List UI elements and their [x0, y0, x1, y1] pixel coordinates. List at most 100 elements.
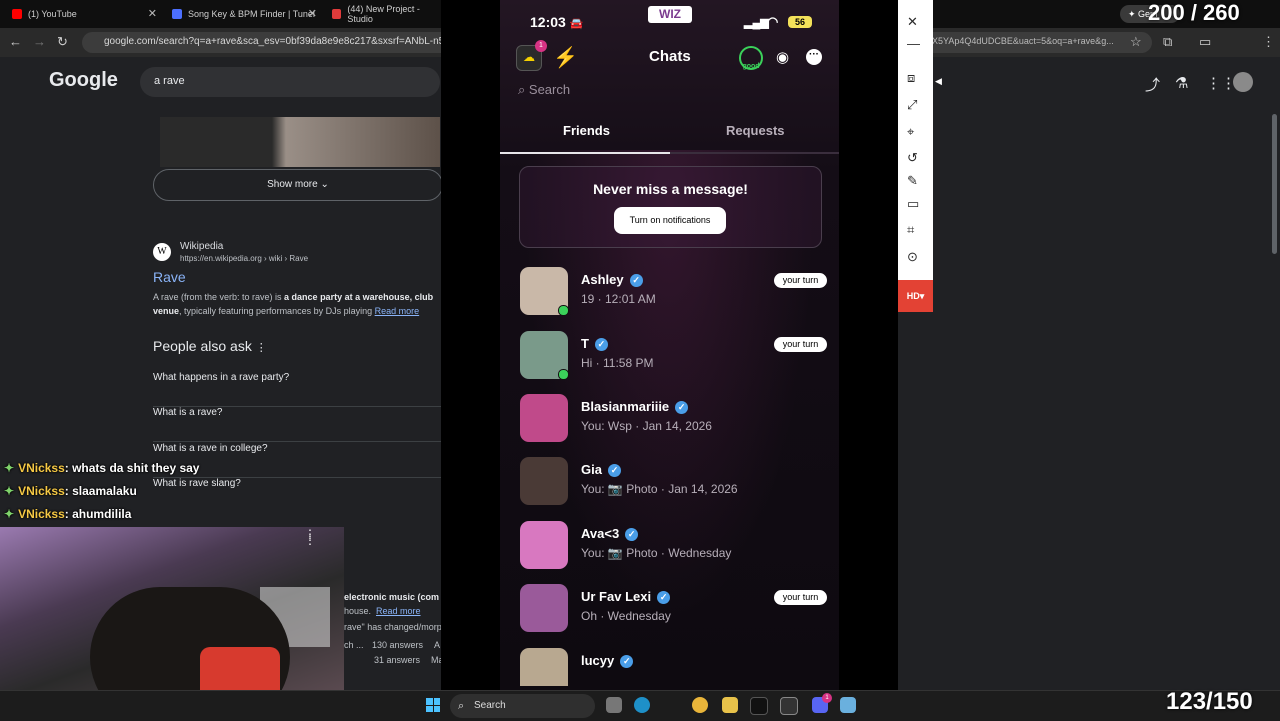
minimize-icon[interactable]: —: [907, 36, 920, 51]
task-view-icon[interactable]: [606, 697, 622, 713]
result-title-link[interactable]: Rave: [153, 269, 186, 285]
close-icon[interactable]: ✕: [907, 14, 918, 30]
bookmark-star-icon[interactable]: ☆: [1130, 34, 1142, 50]
hd-quality-button[interactable]: HD▾: [898, 280, 933, 312]
notification-badge: 1: [535, 40, 547, 52]
extensions-icon[interactable]: ⧉: [1163, 34, 1172, 50]
rotate-icon[interactable]: ↺: [907, 150, 918, 166]
crop-icon[interactable]: ⌗: [907, 222, 914, 238]
record-icon[interactable]: ⊙: [907, 249, 918, 265]
menu-dots-icon[interactable]: ⋮: [1262, 34, 1275, 50]
sparkle-icon: ✦: [4, 461, 15, 475]
wizz-logo: WIZ: [648, 6, 692, 23]
page-title: Chats: [649, 48, 691, 65]
reload-icon[interactable]: ↻: [57, 34, 68, 50]
avatar[interactable]: [520, 457, 568, 505]
chrome-icon[interactable]: [692, 697, 708, 713]
window-icon[interactable]: ▭: [907, 196, 919, 212]
verified-icon: ✓: [657, 591, 671, 604]
friend-name: Gia ✓: [581, 462, 621, 477]
mirror-toolbar: ✕ — ⧈ ⤢ ⌖ ↺ ✎ ▭ ⌗ ⊙: [898, 0, 933, 312]
result-source: Wikipedia: [180, 241, 224, 252]
forward-icon[interactable]: →: [33, 34, 46, 49]
avatar[interactable]: [520, 648, 568, 686]
counter-bottom: 123/150: [1166, 688, 1253, 715]
file-explorer-icon[interactable]: [722, 697, 738, 713]
sidepanel-icon[interactable]: ▭: [1199, 34, 1211, 50]
tab-key-bpm-finder[interactable]: Song Key & BPM Finder | Tunel ✕: [172, 4, 317, 24]
result-snippet: A rave (from the verb: to rave) is a dan…: [153, 292, 434, 316]
friend-row[interactable]: T ✓ Hi · 11:58 PM your turn: [519, 331, 829, 387]
status-time: 12:03 🚘: [530, 14, 584, 30]
counter-top: 200 / 260: [1148, 0, 1240, 25]
image-results-strip[interactable]: [160, 117, 440, 167]
more-options-icon[interactable]: ···: [806, 49, 822, 65]
close-icon[interactable]: ✕: [148, 7, 157, 20]
snippet-fragment: rave" has changed/morp: [344, 622, 442, 632]
tab-friends[interactable]: Friends: [563, 123, 610, 138]
tab-youtube[interactable]: (1) YouTube ✕: [12, 4, 157, 24]
avatar[interactable]: [520, 394, 568, 442]
tunebat-icon: [172, 9, 182, 19]
friend-name: Ashley ✓: [581, 272, 643, 287]
url-text: google.com/search?q=a+rave&sca_esv=0bf39…: [104, 36, 469, 47]
online-indicator: [558, 305, 569, 316]
tab-requests[interactable]: Requests: [726, 123, 785, 138]
drag-handle-icon[interactable]: ⋮ ⋮: [304, 528, 316, 546]
last-message: Hi · 11:58 PM: [581, 356, 654, 370]
avatar[interactable]: [1233, 72, 1253, 92]
last-message: Oh · Wednesday: [581, 609, 671, 623]
edge-icon[interactable]: [634, 697, 650, 713]
tiktok-icon[interactable]: [750, 697, 768, 715]
active-tab-indicator: [500, 152, 670, 154]
chat-search-input[interactable]: ⌕ Search: [518, 82, 570, 98]
apps-grid-icon[interactable]: ⋮⋮: [1206, 74, 1236, 92]
windows-start-icon[interactable]: [426, 698, 440, 712]
back-icon[interactable]: ←: [9, 34, 22, 49]
pin-icon[interactable]: ⌖: [907, 124, 914, 140]
wikipedia-icon: W: [153, 243, 171, 261]
fullscreen-icon[interactable]: ⤢: [907, 97, 917, 113]
car-icon: 🚘: [569, 18, 584, 30]
friend-row[interactable]: Ur Fav Lexi ✓ Oh · Wednesday your turn: [519, 584, 829, 640]
paa-question[interactable]: What is a rave?: [153, 407, 443, 442]
search-input[interactable]: a rave: [140, 67, 440, 97]
last-message: You: Wsp · Jan 14, 2026: [581, 419, 712, 433]
share-icon[interactable]: ⤴: [1145, 74, 1160, 95]
tab-label: (44) New Project - Studio: [347, 4, 420, 24]
verified-icon: ✓: [607, 464, 621, 477]
online-indicator: [558, 369, 569, 380]
read-more-link[interactable]: Read more: [375, 306, 420, 316]
avatar[interactable]: [520, 584, 568, 632]
boost-bolt-icon[interactable]: ⚡: [553, 45, 578, 70]
coins-button[interactable]: ☁ 1: [516, 40, 547, 71]
paa-question[interactable]: What is rave slang?: [153, 478, 443, 512]
google-logo[interactable]: Google: [49, 69, 118, 92]
app-icon[interactable]: [840, 697, 856, 713]
friend-row[interactable]: Ava<3 ✓ You: 📷 Photo · Wednesday: [519, 521, 829, 577]
taskbar-search[interactable]: ⌕ Search: [450, 694, 595, 718]
app-icon[interactable]: [780, 697, 798, 715]
friend-row[interactable]: lucyy ✓: [519, 648, 829, 686]
page-scrollbar[interactable]: [1272, 114, 1277, 254]
friend-row[interactable]: Blasianmariiie ✓ You: Wsp · Jan 14, 2026: [519, 394, 829, 450]
tab-new-project[interactable]: (44) New Project - Studio: [332, 4, 442, 24]
paa-question[interactable]: What happens in a rave party?: [153, 372, 443, 407]
tab-label: (1) YouTube: [28, 9, 77, 19]
answer-count: 31 answers: [374, 655, 421, 665]
turn-on-notifications-button[interactable]: Turn on notifications: [614, 207, 726, 234]
good-vibe-icon[interactable]: good: [739, 46, 763, 70]
camera-icon[interactable]: ◉: [776, 48, 789, 66]
avatar[interactable]: [520, 521, 568, 569]
sparkle-icon: ✦: [4, 484, 15, 498]
labs-flask-icon[interactable]: ⚗: [1175, 74, 1188, 92]
chat-message: ✦ VNickss: whats da shit they say: [4, 461, 200, 475]
screen-icon[interactable]: ⧈: [907, 70, 915, 86]
collapse-arrow-icon[interactable]: ◀: [935, 76, 942, 87]
friend-row[interactable]: Gia ✓ You: 📷 Photo · Jan 14, 2026: [519, 457, 829, 513]
read-more-link[interactable]: Read more: [376, 606, 421, 616]
friend-row[interactable]: Ashley ✓ 19 · 12:01 AM your turn: [519, 267, 829, 323]
show-more-button[interactable]: Show more ⌄: [153, 169, 443, 201]
close-icon[interactable]: ✕: [308, 7, 317, 20]
pen-icon[interactable]: ✎: [907, 173, 918, 189]
